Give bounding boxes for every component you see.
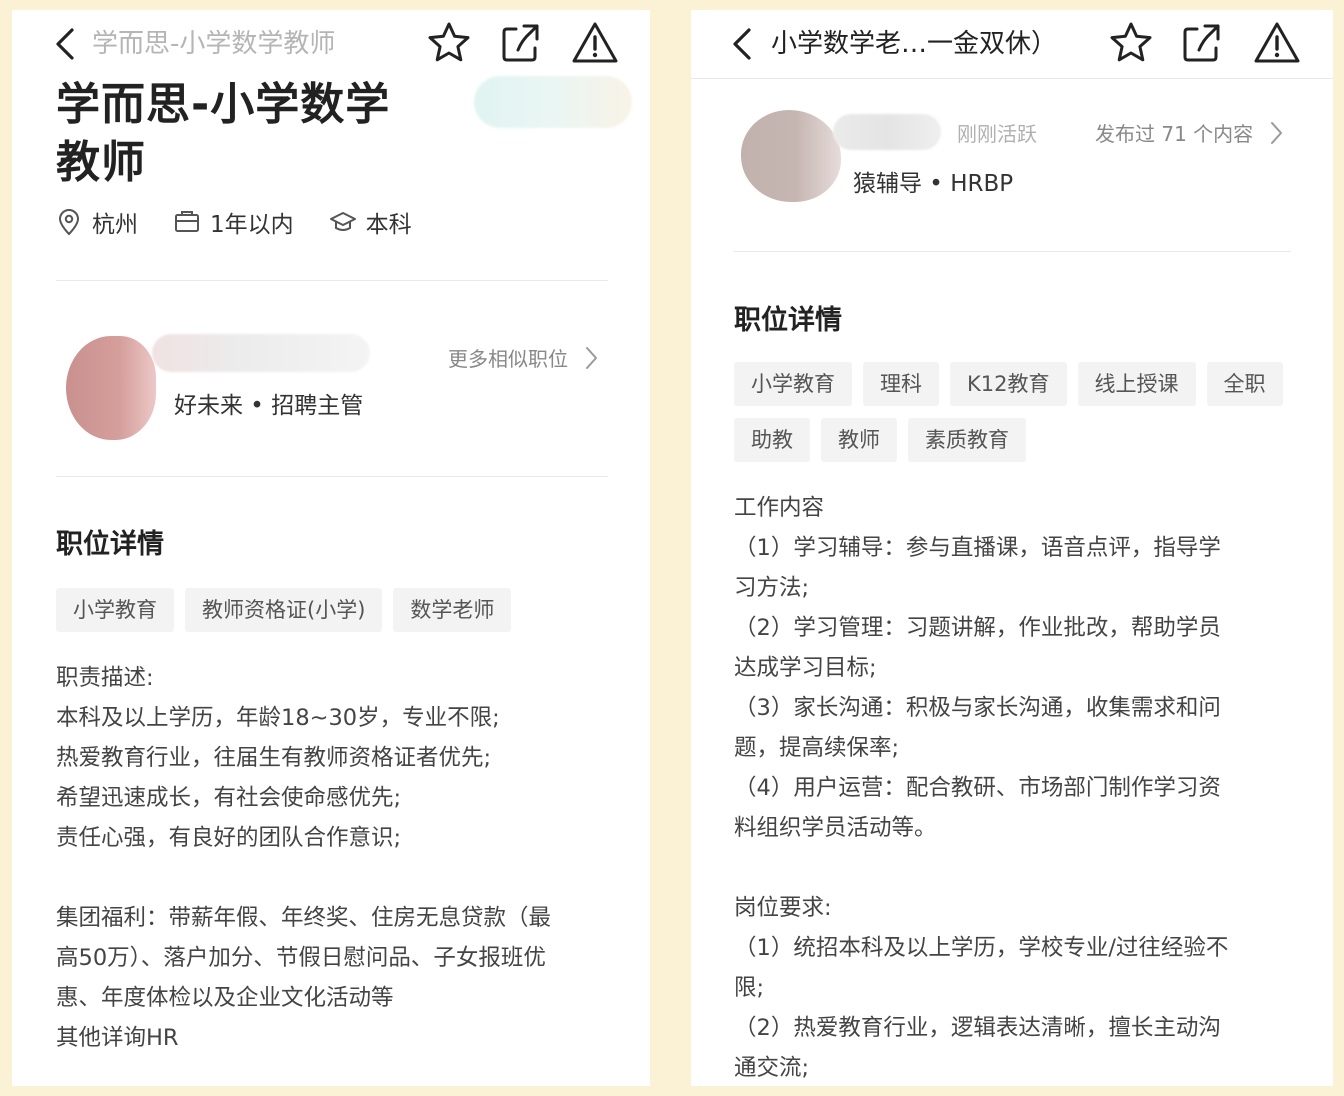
favorite-button[interactable] (424, 18, 474, 68)
top-nav-bar: 学而思-小学数学教师 (12, 10, 650, 78)
chevron-right-icon (586, 346, 597, 369)
description-line: （3）家长沟通：积极与家长沟通，收集需求和问 (734, 695, 1221, 721)
divider (56, 280, 608, 281)
description-line: 惠、年度体检以及企业文化活动等 (56, 985, 394, 1011)
location-text: 杭州 (92, 212, 138, 238)
job-tag[interactable]: 线上授课 (1077, 362, 1196, 406)
blurred-recruiter-name (152, 334, 370, 372)
description-line: 希望迅速成长，有社会使命感优先; (56, 785, 402, 811)
warning-icon (572, 22, 618, 63)
meta-experience: 1年以内 (172, 205, 294, 239)
back-arrow-icon (733, 28, 751, 60)
section-title-job-details: 职位详情 (56, 529, 164, 560)
blurred-salary (474, 76, 632, 128)
job-description: 工作内容 （1）学习辅导：参与直播课，语音点评，指导学 习方法; （2）学习管理：习题… (734, 488, 1324, 1086)
graduation-cap-icon (329, 212, 356, 231)
description-line: 其他详询HR (56, 1025, 179, 1051)
job-tag[interactable]: 教师 (821, 418, 897, 462)
share-button[interactable] (1177, 18, 1227, 68)
job-tag[interactable]: 小学教育 (734, 362, 852, 406)
description-line: （2）热爱教育行业，逻辑表达清晰，擅长主动沟 (734, 1015, 1221, 1041)
divider (56, 476, 608, 477)
job-detail-panel-left: 学而思-小学数学教师 学而思-小学数学 教师 杭州 1年以内 本科 好未来 • (12, 10, 650, 1086)
job-title-line-2: 教师 (56, 137, 146, 188)
job-tag[interactable]: 理科 (863, 362, 939, 406)
description-line: （1）统招本科及以上学历，学校专业/过往经验不 (734, 935, 1229, 961)
job-tag[interactable]: 教师资格证(小学) (185, 588, 383, 632)
job-tags: 小学教育 理科 K12教育 线上授课 全职助教 教师 素质教育 (734, 362, 1314, 474)
back-button[interactable] (50, 22, 82, 66)
avatar[interactable] (741, 110, 841, 202)
description-line: 本科及以上学历，年龄18~30岁，专业不限; (56, 705, 500, 731)
more-similar-jobs-link[interactable]: 更多相似职位 (448, 343, 602, 372)
meta-location: 杭州 (54, 205, 138, 239)
description-line: 责任心强，有良好的团队合作意识; (56, 825, 402, 851)
nav-title: 学而思-小学数学教师 (92, 29, 336, 59)
job-tag[interactable]: 助教 (734, 418, 810, 462)
job-meta-row: 杭州 1年以内 本科 (54, 202, 446, 242)
description-line: 达成学习目标; (734, 655, 877, 681)
description-line: 职责描述: (56, 665, 154, 691)
chevron-right-icon (1271, 121, 1283, 144)
description-line: 料组织学员活动等。 (734, 815, 937, 841)
avatar[interactable] (66, 336, 156, 440)
job-tag[interactable]: K12教育 (950, 362, 1067, 406)
back-arrow-icon (56, 28, 74, 60)
recruiter-role: 猿辅导 • HRBP (853, 171, 1014, 197)
recruiter-role: 好未来 • 招聘主管 (174, 393, 364, 419)
description-line: （2）学习管理：习题讲解，作业批改，帮助学员 (734, 615, 1221, 641)
share-button[interactable] (496, 18, 546, 68)
back-button[interactable] (727, 22, 759, 66)
blurred-recruiter-name (833, 114, 941, 150)
job-description: 职责描述: 本科及以上学历，年龄18~30岁，专业不限; 热爱教育行业，往届生有教师… (56, 658, 636, 1058)
job-tag[interactable]: 全职 (1206, 362, 1283, 406)
more-similar-jobs-label: 更多相似职位 (448, 347, 568, 371)
job-tag[interactable]: 数学老师 (393, 588, 512, 632)
job-tag[interactable]: 小学教育 (56, 588, 174, 632)
description-line: （1）学习辅导：参与直播课，语音点评，指导学 (734, 535, 1221, 561)
description-line: 限; (734, 975, 765, 1001)
posted-content-link[interactable]: 发布过 71 个内容 (1095, 118, 1287, 147)
active-status: 刚刚活跃 (957, 122, 1037, 146)
job-tag[interactable]: 素质教育 (908, 418, 1026, 462)
description-line: 热爱教育行业，往届生有教师资格证者优先; (56, 745, 492, 771)
section-title-job-details: 职位详情 (734, 305, 842, 336)
job-title: 学而思-小学数学 教师 (56, 76, 476, 192)
job-title-line-1: 学而思-小学数学 (56, 79, 391, 130)
description-line: 工作内容 (734, 495, 825, 521)
job-detail-panel-right: 小学数学老…一金双休） 刚刚活跃 发布过 71 个内容 猿辅导 • HRBP 职… (691, 10, 1333, 1086)
report-button[interactable] (570, 18, 620, 68)
divider (734, 251, 1291, 252)
experience-text: 1年以内 (210, 212, 294, 238)
description-line: 题，提高续保率; (734, 735, 900, 761)
location-pin-icon (58, 209, 80, 236)
favorite-button[interactable] (1106, 18, 1156, 68)
top-nav-bar: 小学数学老…一金双休） (691, 10, 1333, 79)
education-text: 本科 (365, 212, 412, 238)
description-line (56, 858, 636, 898)
description-line: 通交流; (734, 1055, 810, 1081)
description-line (734, 848, 1324, 888)
warning-icon (1254, 22, 1300, 63)
share-icon (1183, 24, 1220, 62)
share-icon (502, 24, 539, 62)
briefcase-icon (175, 211, 199, 232)
job-tags: 小学教育 教师资格证(小学) 数学老师 (56, 588, 616, 644)
star-icon (1110, 22, 1152, 62)
description-line: 集团福利：带薪年假、年终奖、住房无息贷款（最 (56, 905, 552, 931)
description-line: 高50万）、落户加分、节假日慰问品、子女报班优 (56, 945, 546, 971)
description-line: 岗位要求: (734, 895, 832, 921)
description-line: 习方法; (734, 575, 810, 601)
description-line: （4）用户运营：配合教研、市场部门制作学习资 (734, 775, 1221, 801)
nav-title: 小学数学老…一金双休） (771, 29, 1058, 59)
posted-content-label: 发布过 71 个内容 (1095, 122, 1254, 146)
star-icon (428, 22, 470, 62)
report-button[interactable] (1252, 18, 1302, 68)
meta-education: 本科 (328, 205, 412, 239)
